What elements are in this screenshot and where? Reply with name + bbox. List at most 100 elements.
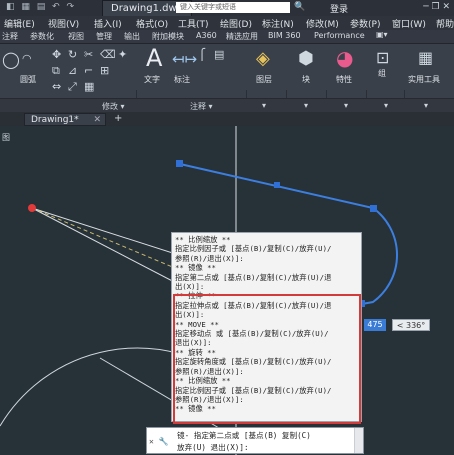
menu-insert[interactable]: 插入(I) xyxy=(94,17,122,30)
block-label: 块 xyxy=(302,75,310,84)
erase-icon[interactable]: ⌫ xyxy=(100,48,116,61)
layer-icon[interactable]: ◈ xyxy=(256,48,270,69)
document-tabs: Drawing1* ✕ + xyxy=(0,112,454,126)
document-tab-label: Drawing1* xyxy=(31,115,79,125)
menu-modify[interactable]: 修改(M) xyxy=(306,17,339,30)
menu-draw[interactable]: 绘图(D) xyxy=(220,17,252,30)
explode-icon[interactable]: ✦ xyxy=(118,48,127,61)
binoculars-icon[interactable]: 🔍 xyxy=(294,2,305,12)
history-line: 指定第二点或 [基点(B)/复制(C)/放弃(U)/退 xyxy=(175,272,332,282)
utilities-panel-dropdown-icon[interactable]: ▾ xyxy=(424,101,428,110)
move-icon[interactable]: ✥ xyxy=(52,48,61,61)
block-panel-dropdown-icon[interactable]: ▾ xyxy=(304,101,308,110)
fillet-icon[interactable]: ⌐ xyxy=(84,64,93,77)
history-line: 指定拉伸点或 [基点(B)/复制(C)/放弃(U)/退 xyxy=(175,300,332,310)
grip-arc-start xyxy=(370,205,377,212)
history-line: ** 镜像 ** xyxy=(175,404,216,414)
tab-view[interactable]: 视图 xyxy=(68,31,84,42)
properties-icon[interactable]: ◕ xyxy=(336,46,353,70)
history-line: 指定比例因子或 [基点(B)/复制(C)/放弃(U)/ xyxy=(175,244,332,254)
new-tab-icon[interactable]: + xyxy=(114,113,122,124)
copy-icon[interactable]: ⧉ xyxy=(52,64,60,78)
search-input[interactable]: 键入关键字或短语 xyxy=(176,2,290,13)
menu-dimension[interactable]: 标注(N) xyxy=(262,17,294,30)
tab-manage[interactable]: 管理 xyxy=(96,31,112,42)
history-line: ** 旋转 ** xyxy=(175,347,216,357)
properties-label: 特性 xyxy=(336,75,352,84)
login-button[interactable]: 登录 xyxy=(330,2,348,15)
command-history-panel: ** 比例缩放 ** 指定比例因子或 [基点(B)/复制(C)/放弃(U)/ 参… xyxy=(171,232,362,422)
grip-mid xyxy=(274,182,280,188)
calculator-icon[interactable]: ▦ xyxy=(418,48,433,67)
text-icon[interactable]: A xyxy=(146,44,162,72)
menu-format[interactable]: 格式(O) xyxy=(136,17,168,30)
modify-panel-title[interactable]: 修改 ▾ xyxy=(102,101,125,112)
history-line: 指定比例因子或 [基点(B)/复制(C)/放弃(U)/ xyxy=(175,385,332,395)
arc-icon[interactable]: ◠ xyxy=(22,52,32,65)
dimension-label: 标注 xyxy=(174,75,190,84)
command-line[interactable]: ✕ 🔧 镜- 指定第二点或 [基点(B) 复制(C) 放弃(U) 退出(X)]: xyxy=(146,427,364,454)
history-line: 指定旋转角度或 [基点(B)/复制(C)/放弃(U)/ xyxy=(175,357,332,367)
history-line: 出(X)]: xyxy=(175,282,205,292)
mirror-icon[interactable]: ⊿ xyxy=(68,64,77,77)
command-prompt-line1: 镜- 指定第二点或 [基点(B) 复制(C) xyxy=(177,431,311,440)
stretch-icon[interactable]: ⇔ xyxy=(52,80,61,93)
utilities-label: 实用工具 xyxy=(408,75,440,84)
quick-access-toolbar[interactable]: ◧ ▦ ▤ ↶ ↷ xyxy=(6,2,76,12)
command-line-tools-icon[interactable]: ✕ 🔧 xyxy=(149,437,169,446)
history-line: ** 拉伸 ** xyxy=(175,291,216,301)
layer-panel-dropdown-icon[interactable]: ▾ xyxy=(262,101,266,110)
title-bar: ◧ ▦ ▤ ↶ ↷ Drawing1.dwg 键入关键字或短语 🔍 登录 ─ ❐… xyxy=(0,0,454,17)
leader-icon[interactable]: ⎧ xyxy=(198,48,206,61)
menu-tools[interactable]: 工具(T) xyxy=(178,17,209,30)
tab-annotate[interactable]: 注释 xyxy=(2,31,18,42)
command-prompt-line2[interactable]: 放弃(U) 退出(X)]: xyxy=(177,442,249,453)
document-tab[interactable]: Drawing1* ✕ xyxy=(24,113,106,126)
menu-help[interactable]: 帮助 xyxy=(436,17,454,30)
tab-output[interactable]: 输出 xyxy=(124,31,140,42)
menu-bar: 编辑(E) 视图(V) 插入(I) 格式(O) 工具(T) 绘图(D) 标注(N… xyxy=(0,16,454,31)
group-panel-dropdown-icon[interactable]: ▾ xyxy=(384,101,388,110)
tab-performance[interactable]: Performance xyxy=(314,31,365,40)
trim-icon[interactable]: ✂ xyxy=(84,48,93,61)
dynamic-input-angle[interactable]: < 336° xyxy=(392,319,430,331)
menu-view[interactable]: 视图(V) xyxy=(48,17,79,30)
block-icon[interactable]: ⬢ xyxy=(298,48,314,69)
dynamic-input-value[interactable]: 475 xyxy=(364,319,386,331)
history-line: ** 比例缩放 ** xyxy=(175,235,231,244)
rubber-band-line xyxy=(31,207,183,272)
history-line: ** 比例缩放 ** xyxy=(175,376,231,386)
circle-icon[interactable]: ◯ xyxy=(2,50,20,69)
dimension-icon[interactable]: ↤↦ xyxy=(172,50,197,68)
menu-window[interactable]: 窗口(W) xyxy=(392,17,426,30)
layer-label: 图层 xyxy=(256,75,272,84)
tab-parametric[interactable]: 参数化 xyxy=(30,31,54,42)
command-line-scrollbar[interactable] xyxy=(354,428,363,453)
text-label: 文字 xyxy=(144,75,160,84)
tab-addons[interactable]: 附加模块 xyxy=(152,31,184,42)
menu-edit[interactable]: 编辑(E) xyxy=(4,17,35,30)
array-icon[interactable]: ▦ xyxy=(84,80,94,93)
hot-grip xyxy=(28,204,36,212)
rotate-icon[interactable]: ↻ xyxy=(68,48,77,61)
tab-featured-apps[interactable]: 精选应用 xyxy=(226,31,258,42)
group-icon[interactable]: ⊡ xyxy=(376,48,389,67)
tab-bim360[interactable]: BIM 360 xyxy=(268,31,301,40)
tab-dropdown-icon[interactable]: ▣▾ xyxy=(376,30,388,39)
history-line: 参照(R)/退出(X)]: xyxy=(175,253,244,263)
history-line: 参照(R)/退出(X)]: xyxy=(175,366,244,376)
offset-icon[interactable]: ⊞ xyxy=(100,64,109,77)
scale-icon[interactable]: ⤢ xyxy=(68,80,77,94)
history-line: 指定移动点 或 [基点(B)/复制(C)/放弃(U)/ xyxy=(175,329,329,339)
properties-panel-dropdown-icon[interactable]: ▾ xyxy=(344,101,348,110)
window-controls[interactable]: ─ ❐ ✕ xyxy=(423,2,450,12)
line-upper xyxy=(31,207,183,257)
group-label: 组 xyxy=(378,69,386,78)
annotate-panel-title[interactable]: 注释 ▾ xyxy=(190,101,213,112)
table-icon[interactable]: ▤ xyxy=(214,48,224,61)
menu-params[interactable]: 参数(P) xyxy=(350,17,380,30)
tab-a360[interactable]: A360 xyxy=(196,31,217,40)
ribbon-tabs: 注释 参数化 视图 管理 输出 附加模块 A360 精选应用 BIM 360 P… xyxy=(0,30,454,44)
history-line: ** MOVE ** xyxy=(175,319,219,329)
history-line: ** 镜像 ** xyxy=(175,263,216,273)
